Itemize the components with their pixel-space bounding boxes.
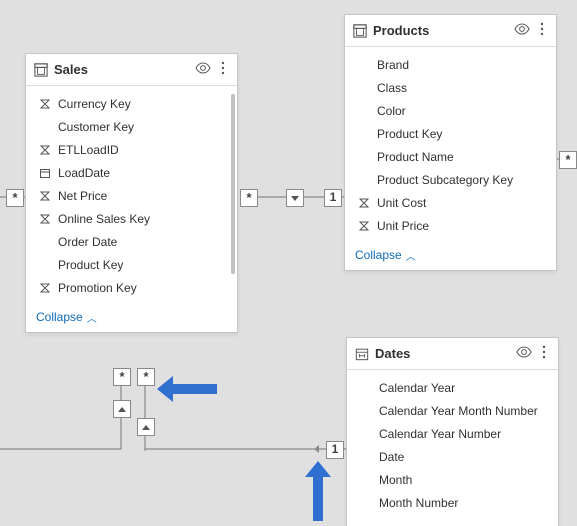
collapse-button[interactable]: Collapse ︿ xyxy=(345,243,556,270)
field-row[interactable]: Product Key xyxy=(351,122,554,145)
field-row[interactable]: Unit Price xyxy=(351,214,554,237)
field-label: Product Subcategory Key xyxy=(377,173,550,187)
filter-direction-button[interactable] xyxy=(113,400,131,418)
field-row[interactable]: Calendar Year Month Number xyxy=(353,399,556,422)
field-label: Customer Key xyxy=(58,120,231,134)
chevron-up-icon: ︿ xyxy=(87,310,97,325)
cardinality-many-badge: * xyxy=(137,368,155,386)
table-card-sales[interactable]: Sales Currency Key Customer Key ETLLoadI… xyxy=(25,53,238,333)
field-label: LoadDate xyxy=(58,166,231,180)
field-label: Promotion Key xyxy=(58,281,231,295)
more-options-icon[interactable] xyxy=(217,60,229,79)
field-row[interactable]: ETLLoadID xyxy=(32,138,235,161)
card-title: Sales xyxy=(54,62,189,77)
field-label: Order Date xyxy=(58,235,231,249)
field-row[interactable]: Product Subcategory Key xyxy=(351,168,554,191)
field-label: Calendar Year xyxy=(379,381,552,395)
field-row[interactable]: Class xyxy=(351,76,554,99)
filter-direction-button[interactable] xyxy=(286,189,304,207)
field-row[interactable]: Net Price xyxy=(32,184,235,207)
field-row[interactable]: Color xyxy=(351,99,554,122)
field-row[interactable]: Currency Key xyxy=(32,92,235,115)
collapse-button[interactable]: Collapse ︿ xyxy=(347,520,558,526)
field-label: Unit Price xyxy=(377,219,550,233)
visibility-icon[interactable] xyxy=(514,21,530,40)
field-label: ETLLoadID xyxy=(58,143,231,157)
table-card-products[interactable]: Products Brand Class Color Product Key P… xyxy=(344,14,557,271)
field-row[interactable]: LoadDate xyxy=(32,161,235,184)
card-header: Sales xyxy=(26,54,237,86)
chevron-left-icon xyxy=(308,441,324,457)
sum-icon xyxy=(38,190,52,202)
calendar-icon xyxy=(38,167,52,179)
field-row[interactable]: Brand xyxy=(351,53,554,76)
sum-icon xyxy=(357,197,371,209)
visibility-icon[interactable] xyxy=(195,60,211,79)
field-label: Online Sales Key xyxy=(58,212,231,226)
card-body: Currency Key Customer Key ETLLoadID Load… xyxy=(26,86,237,305)
field-label: Unit Cost xyxy=(377,196,550,210)
field-label: Product Key xyxy=(58,258,231,272)
collapse-label: Collapse xyxy=(355,248,402,262)
sum-icon xyxy=(38,98,52,110)
card-header: Dates xyxy=(347,338,558,370)
field-row[interactable]: Month Number xyxy=(353,491,556,514)
field-label: Month xyxy=(379,473,552,487)
cardinality-many-badge: * xyxy=(113,368,131,386)
field-row[interactable]: Promotion Key xyxy=(32,276,235,299)
more-options-icon[interactable] xyxy=(536,21,548,40)
field-label: Product Key xyxy=(377,127,550,141)
table-icon xyxy=(353,24,367,38)
collapse-label: Collapse xyxy=(36,310,83,324)
collapse-button[interactable]: Collapse ︿ xyxy=(26,305,237,332)
card-body: Calendar Year Calendar Year Month Number… xyxy=(347,370,558,520)
field-row[interactable]: Order Date xyxy=(32,230,235,253)
field-row[interactable]: Date xyxy=(353,445,556,468)
sum-icon xyxy=(38,213,52,225)
annotation-arrow xyxy=(157,376,217,402)
cardinality-one-badge: 1 xyxy=(324,189,342,207)
field-label: Calendar Year Number xyxy=(379,427,552,441)
more-options-icon[interactable] xyxy=(538,344,550,363)
field-label: Net Price xyxy=(58,189,231,203)
annotation-arrow xyxy=(305,461,331,521)
cardinality-many-badge: * xyxy=(240,189,258,207)
field-label: Brand xyxy=(377,58,550,72)
filter-direction-button[interactable] xyxy=(137,418,155,436)
cardinality-many-badge: * xyxy=(559,151,577,169)
scrollbar[interactable] xyxy=(231,94,235,274)
card-header: Products xyxy=(345,15,556,47)
field-label: Date xyxy=(379,450,552,464)
field-row[interactable]: Online Sales Key xyxy=(32,207,235,230)
field-row[interactable]: Month xyxy=(353,468,556,491)
date-table-icon xyxy=(355,347,369,361)
cardinality-many-badge: * xyxy=(6,189,24,207)
sum-icon xyxy=(357,220,371,232)
field-label: Currency Key xyxy=(58,97,231,111)
field-row[interactable]: Product Name xyxy=(351,145,554,168)
field-row[interactable]: Unit Cost xyxy=(351,191,554,214)
field-label: Color xyxy=(377,104,550,118)
card-title: Products xyxy=(373,23,508,38)
field-row[interactable]: Customer Key xyxy=(32,115,235,138)
sum-icon xyxy=(38,282,52,294)
field-label: Calendar Year Month Number xyxy=(379,404,552,418)
cardinality-one-badge: 1 xyxy=(326,441,344,459)
chevron-up-icon: ︿ xyxy=(406,248,416,263)
sum-icon xyxy=(38,144,52,156)
field-row[interactable]: Calendar Year Number xyxy=(353,422,556,445)
visibility-icon[interactable] xyxy=(516,344,532,363)
field-label: Month Number xyxy=(379,496,552,510)
field-label: Class xyxy=(377,81,550,95)
field-row[interactable]: Product Key xyxy=(32,253,235,276)
table-card-dates[interactable]: Dates Calendar Year Calendar Year Month … xyxy=(346,337,559,526)
field-row[interactable]: Calendar Year xyxy=(353,376,556,399)
card-body: Brand Class Color Product Key Product Na… xyxy=(345,47,556,243)
table-icon xyxy=(34,63,48,77)
card-title: Dates xyxy=(375,346,510,361)
field-label: Product Name xyxy=(377,150,550,164)
